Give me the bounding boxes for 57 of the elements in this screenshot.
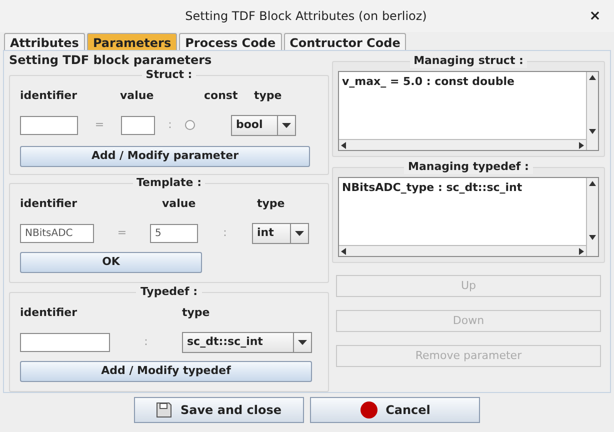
tab[interactable]: Contructor Code xyxy=(284,33,406,50)
text-field[interactable] xyxy=(20,332,110,352)
close-button[interactable]: × xyxy=(588,6,602,26)
scroll-down-icon[interactable] xyxy=(589,235,596,240)
save-button[interactable]: Save and close xyxy=(134,397,304,423)
dropdown-arrow-icon xyxy=(298,340,307,344)
scroll-left-icon[interactable] xyxy=(341,142,346,148)
action-button[interactable]: Add / Modify parameter xyxy=(20,146,310,166)
const-radio[interactable] xyxy=(185,120,195,130)
action-button[interactable]: Add / Modify typedef xyxy=(20,360,312,382)
vertical-scrollbar[interactable] xyxy=(586,178,598,256)
type-dropdown[interactable]: int xyxy=(252,222,309,244)
stop-icon xyxy=(360,401,378,419)
cancel-button[interactable]: Cancel xyxy=(310,397,480,423)
separator-text: = xyxy=(116,224,128,241)
tab[interactable]: Parameters xyxy=(86,33,178,50)
group-title: Template : xyxy=(132,176,206,190)
horizontal-scrollbar[interactable] xyxy=(339,139,586,150)
list-item[interactable]: v_max_ = 5.0 : const double xyxy=(342,74,583,90)
text-field[interactable] xyxy=(20,116,78,134)
group-title: Managing typedef : xyxy=(404,160,533,174)
text-field[interactable]: NBitsADC xyxy=(20,224,94,242)
scroll-right-icon[interactable] xyxy=(579,248,584,254)
scroll-up-icon[interactable] xyxy=(589,75,596,80)
text-field[interactable]: 5 xyxy=(150,224,198,242)
dropdown-arrow-icon xyxy=(282,122,291,128)
vertical-scrollbar[interactable] xyxy=(586,72,598,150)
type-dropdown[interactable]: sc_dt::sc_int xyxy=(182,332,312,352)
text-field[interactable] xyxy=(121,116,155,134)
scroll-up-icon[interactable] xyxy=(589,181,596,186)
field-label: identifier xyxy=(20,305,78,321)
tab[interactable]: Attributes xyxy=(4,33,85,50)
field-label: type xyxy=(257,196,285,212)
field-label: type xyxy=(182,305,210,321)
field-label: value xyxy=(120,88,155,104)
type-dropdown[interactable]: bool xyxy=(231,114,296,136)
field-label: const xyxy=(204,88,239,104)
panel-title: Setting TDF block parameters xyxy=(9,53,213,67)
list-item[interactable]: NBitsADC_type : sc_dt::sc_int xyxy=(342,180,583,196)
scroll-left-icon[interactable] xyxy=(341,248,346,254)
separator-text: : xyxy=(143,334,149,350)
action-button[interactable]: OK xyxy=(20,252,202,272)
field-label: identifier xyxy=(20,88,78,104)
group-title: Typedef : xyxy=(136,285,202,299)
scroll-down-icon[interactable] xyxy=(589,129,596,134)
scroll-right-icon[interactable] xyxy=(579,142,584,148)
tab[interactable]: Process Code xyxy=(179,33,282,50)
dropdown-arrow-icon xyxy=(295,230,304,236)
window-title: Setting TDF Block Attributes (on berlioz) xyxy=(184,8,428,25)
separator-text: : xyxy=(167,116,173,133)
horizontal-scrollbar[interactable] xyxy=(339,245,586,256)
field-label: value xyxy=(162,196,197,212)
separator-text: = xyxy=(94,116,106,133)
separator-text: : xyxy=(222,224,228,241)
field-label: type xyxy=(254,88,282,104)
field-label: identifier xyxy=(20,196,78,212)
group-title: Managing struct : xyxy=(410,54,528,68)
